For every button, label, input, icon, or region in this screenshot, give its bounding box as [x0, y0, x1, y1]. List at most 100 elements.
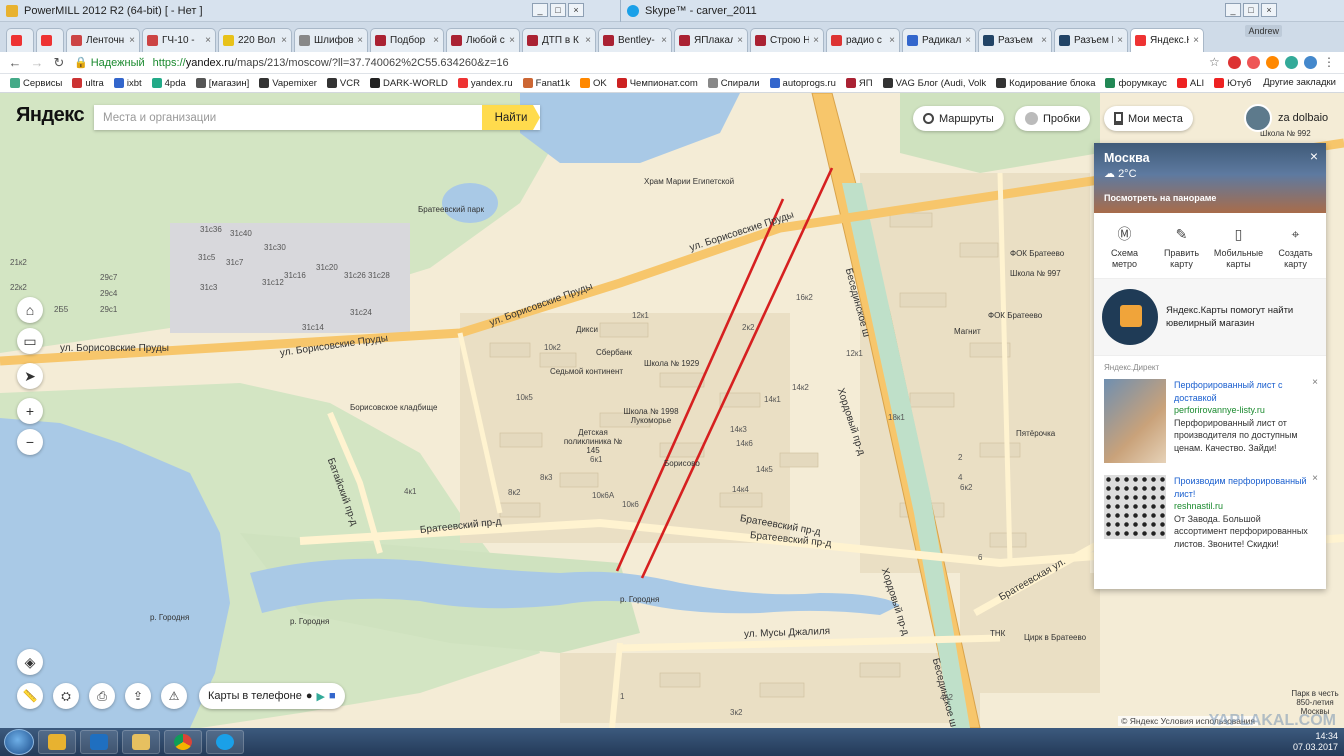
poi-label[interactable]: Борисово [664, 459, 700, 468]
maximize-icon[interactable]: □ [550, 3, 566, 17]
user-menu[interactable]: za dolbaio [1244, 104, 1328, 132]
taskbar-powermill[interactable] [38, 730, 76, 754]
close-icon[interactable]: × [1310, 148, 1318, 164]
tab-close-icon[interactable]: × [357, 35, 363, 46]
extension-yandex-icon[interactable] [1247, 56, 1260, 69]
ad-image[interactable] [1104, 379, 1166, 463]
browser-tab[interactable]: Ленточн × [66, 28, 140, 52]
bookmark-item[interactable]: ЯП [845, 78, 873, 89]
bookmark-item[interactable]: Спирали [707, 78, 760, 89]
promo-banner[interactable]: Яндекс.Карты помогут найти ювелирный маг… [1094, 279, 1326, 356]
ad-title[interactable]: Перфорированный лист с доставкой [1174, 379, 1316, 404]
maps-in-phone-button[interactable]: Карты в телефоне ● ▶ ■ [199, 683, 345, 709]
bookmark-item[interactable]: ALI [1176, 78, 1204, 89]
poi-label[interactable]: Храм Марии Египетской [644, 177, 734, 186]
warning-icon[interactable]: ⚠ [161, 683, 187, 709]
url-field[interactable]: https://yandex.ru/maps/213/moscow/?ll=37… [153, 57, 509, 69]
poi-label[interactable]: Седьмой континент [550, 367, 623, 376]
browser-tab[interactable]: Bentley- × [598, 28, 672, 52]
ad-title[interactable]: Производим перфорированный лист! [1174, 475, 1316, 500]
system-tray-clock[interactable]: 14:34 07.03.2017 [1293, 731, 1338, 753]
browser-tab[interactable]: ЯПлакал × [674, 28, 748, 52]
browser-tab[interactable]: Шлифов × [294, 28, 368, 52]
maximize-icon[interactable]: □ [1243, 3, 1259, 17]
browser-tab[interactable]: Яндекс.К × [1130, 28, 1204, 52]
extension-translate-icon[interactable] [1304, 56, 1317, 69]
poi-label[interactable]: Школа № 1929 [644, 359, 699, 368]
taskbar-outlook[interactable] [80, 730, 118, 754]
bookmark-item[interactable]: yandex.ru [457, 78, 513, 89]
powermill-window-title[interactable]: PowerMILL 2012 R2 (64-bit) [ - Нет ] _ □… [0, 0, 620, 22]
bookmark-item[interactable]: VAG Блог (Audi, Volk [882, 78, 986, 89]
taskbar-chrome[interactable] [164, 730, 202, 754]
home-icon[interactable]: ⌂ [17, 297, 43, 323]
poi-label[interactable]: р. Городня [290, 617, 329, 626]
browser-tab[interactable]: Любой с × [446, 28, 520, 52]
forward-arrow-icon[interactable]: → [30, 55, 44, 70]
browser-tab[interactable] [6, 28, 34, 52]
tab-close-icon[interactable]: × [205, 35, 211, 46]
extension-ok-icon[interactable] [1266, 56, 1279, 69]
browser-tab[interactable]: Подбор × [370, 28, 444, 52]
poi-label[interactable]: Борисовское кладбище [350, 403, 437, 412]
tab-close-icon[interactable]: × [661, 35, 667, 46]
other-bookmarks[interactable]: Другие закладки [1257, 77, 1336, 88]
print-icon[interactable]: ⎙ [89, 683, 115, 709]
traffic-button[interactable]: Пробки [1015, 106, 1091, 131]
poi-label[interactable]: Школа № 997 [1010, 269, 1061, 278]
bookmark-item[interactable]: 4pda [151, 78, 186, 89]
browser-tab[interactable]: Разъем × [978, 28, 1052, 52]
tab-close-icon[interactable]: × [509, 35, 515, 46]
bookmark-item[interactable]: autoprogs.ru [769, 78, 836, 89]
bookmark-item[interactable]: Чемпионат.com [616, 78, 698, 89]
tab-close-icon[interactable]: × [433, 35, 439, 46]
bookmark-item[interactable]: ixbt [113, 78, 142, 89]
geolocation-icon[interactable]: ➤ [17, 363, 43, 389]
share-icon[interactable]: ⇪ [125, 683, 151, 709]
browser-tab[interactable]: радио с × [826, 28, 900, 52]
bookmark-item[interactable]: [магазин] [195, 78, 249, 89]
panorama-link[interactable]: Посмотреть на панораме [1104, 193, 1216, 203]
tab-close-icon[interactable]: × [889, 35, 895, 46]
secure-indicator[interactable]: 🔒 Надежный [74, 56, 145, 70]
browser-tab[interactable]: Разъем Р × [1054, 28, 1128, 52]
bookmark-item[interactable]: DARK-WORLD [369, 78, 448, 89]
weather-card[interactable]: Москва ☁ 2°C Посмотреть на панораме × [1094, 143, 1326, 213]
tab-close-icon[interactable]: × [129, 35, 135, 46]
tab-close-icon[interactable]: × [585, 35, 591, 46]
minimize-icon[interactable]: _ [1225, 3, 1241, 17]
browser-profile-chip[interactable]: Andrew [1245, 25, 1282, 37]
tab-close-icon[interactable]: × [813, 35, 819, 46]
poi-label[interactable]: Магнит [954, 327, 981, 336]
tab-close-icon[interactable]: × [1117, 35, 1123, 46]
ruler-icon[interactable]: 📏 [17, 683, 43, 709]
bookmark-item[interactable]: ultra [72, 78, 104, 89]
poi-label[interactable]: Цирк в Братеево [1024, 633, 1086, 642]
start-button[interactable] [4, 729, 34, 755]
bookmark-item[interactable]: Кодирование блока [996, 78, 1095, 89]
browser-tab[interactable]: ДТП в К × [522, 28, 596, 52]
reload-icon[interactable]: ↻ [52, 55, 66, 71]
briefcase-icon[interactable]: ▭ [17, 328, 43, 354]
poi-label[interactable]: Детская поликлиника № 145 [558, 428, 628, 455]
panel-action[interactable]: ✎ Править карту [1156, 225, 1208, 270]
layers-icon[interactable]: ◈ [17, 649, 43, 675]
extension-drive-icon[interactable] [1285, 56, 1298, 69]
ad-domain[interactable]: reshnastil.ru [1174, 500, 1316, 513]
tab-close-icon[interactable]: × [737, 35, 743, 46]
extension-adblock-icon[interactable] [1228, 56, 1241, 69]
poi-label[interactable]: р. Городня [620, 595, 659, 604]
ad-domain[interactable]: perforirovannye-listy.ru [1174, 404, 1316, 417]
routes-button[interactable]: Маршруты [913, 106, 1004, 131]
tab-close-icon[interactable]: × [1041, 35, 1047, 46]
chrome-menu-icon[interactable]: ⋮ [1323, 56, 1336, 69]
tab-close-icon[interactable]: × [1193, 35, 1199, 46]
search-button[interactable]: Найти [482, 105, 540, 130]
panel-action[interactable]: Ⓜ Схема метро [1099, 225, 1151, 270]
my-places-button[interactable]: Мои места [1104, 106, 1193, 131]
bookmark-item[interactable]: Сервисы [10, 78, 62, 89]
bookmark-item[interactable]: Vapemixer [259, 78, 317, 89]
tab-close-icon[interactable]: × [281, 35, 287, 46]
browser-tab[interactable] [36, 28, 64, 52]
close-icon[interactable]: × [1312, 377, 1318, 388]
